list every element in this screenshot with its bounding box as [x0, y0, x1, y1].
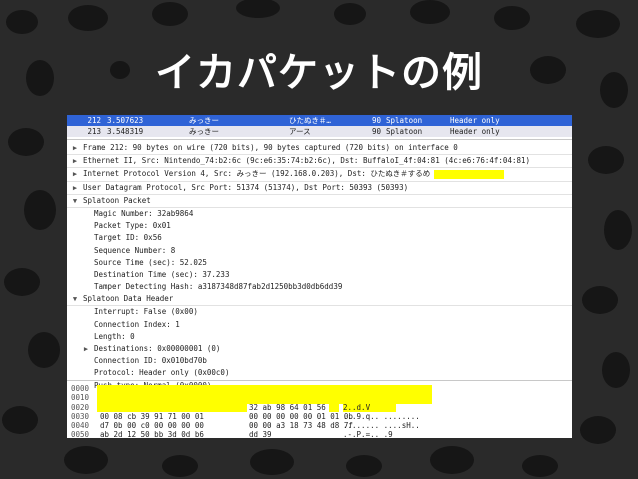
hex-row[interactable]: 0000 [67, 384, 572, 393]
tree-label: Splatoon Packet [83, 195, 151, 205]
packet-no-cell: 213 [87, 127, 101, 136]
hex-off: 0020 [71, 402, 90, 412]
hex-b1: d7 0b 00 c0 00 00 00 00 [100, 421, 204, 431]
packet-row[interactable]: 213 3.548319 みっきー アース 90 Splatoon Header only [67, 126, 572, 137]
hex-b1: 00 08 cb 39 91 71 00 01 [100, 411, 204, 421]
hex-asc: .-.P.=.. .9 [343, 430, 393, 438]
tree-label: Magic Number: 32ab9864 [94, 208, 194, 218]
hex-b2: dd 39 [249, 430, 272, 438]
hex-row[interactable]: 0010 [67, 393, 572, 402]
hex-off: 0030 [71, 411, 90, 421]
tree-node[interactable]: ▼ Splatoon Packet [67, 195, 572, 208]
tree-label: Splatoon Data Header [83, 294, 174, 304]
redaction-highlight [434, 169, 505, 179]
tree-field[interactable]: Packet Type: 0x01 [67, 220, 572, 232]
expand-down-icon[interactable]: ▼ [71, 195, 79, 207]
tree-label: Packet Type: 0x01 [94, 221, 171, 231]
hex-b1: ab 2d 12 50 bb 3d 0d b6 [100, 430, 204, 438]
packet-details-tree: ▶ Frame 212: 90 bytes on wire (720 bits),… [67, 140, 572, 390]
tree-node[interactable]: ▶ User Datagram Protocol, Src Port: 51374… [67, 182, 572, 195]
packet-no-cell: 212 [87, 116, 101, 125]
tree-field[interactable]: Source Time (sec): 52.025 [67, 257, 572, 269]
hex-row[interactable]: 0030 00 08 cb 39 91 71 00 01 00 00 00 00 0… [67, 412, 572, 421]
packet-len-cell: 90 [371, 127, 381, 136]
tree-field[interactable]: Interrupt: False (0x00) [67, 306, 572, 318]
page-title: イカパケットの例 [155, 50, 483, 96]
tree-node[interactable]: ▶ Ethernet II, Src: Nintendo_74:b2:6c (9c… [67, 155, 572, 169]
tree-field[interactable]: Sequence Number: 8 [67, 245, 572, 257]
tree-node[interactable]: ▶ Frame 212: 90 bytes on wire (720 bits),… [67, 142, 572, 156]
tree-field[interactable]: Tamper Detecting Hash: a3187348d87fab2d1… [67, 281, 572, 293]
tree-field[interactable]: Destination Time (sec): 37.233 [67, 269, 572, 281]
hex-row[interactable]: 0020 32 ab 98 64 01 56 2..d.V [67, 403, 572, 412]
packet-info-cell: Header only [450, 127, 500, 136]
hex-off: 0050 [71, 430, 90, 438]
packet-time-cell: 3.548319 [107, 127, 144, 136]
packet-bytes-pane: 0000 0010 0020 32 ab 98 64 01 56 2..d.V 0030 0… [67, 381, 572, 438]
hex-off: 0010 [71, 393, 90, 403]
tree-label: Frame 212: 90 bytes on wire (720 bits), … [83, 143, 458, 152]
tree-node[interactable]: ▶ Internet Protocol Version 4, Src: みっきー … [67, 168, 572, 182]
expand-right-icon[interactable]: ▶ [71, 182, 79, 194]
tree-field[interactable]: Connection Index: 1 [67, 319, 572, 331]
hex-off: 0000 [71, 384, 90, 393]
tree-label: Target ID: 0x56 [94, 233, 162, 243]
tree-label: User Datagram Protocol, Src Port: 51374 … [83, 182, 409, 192]
packet-src-cell: みっきー [189, 116, 219, 125]
tree-label: Ethernet II, Src: Nintendo_74:b2:6c (9c:… [83, 156, 531, 166]
wireshark-panel: 212 3.507623 みっきー ひたぬき＃… 90 Splatoon Header on… [67, 115, 572, 438]
packet-len-cell: 90 [371, 116, 381, 125]
tree-field[interactable]: ▶ Destinations: 0x00000001 (0) [67, 343, 572, 355]
tree-label: Sequence Number: 8 [94, 245, 176, 255]
tree-field[interactable]: Target ID: 0x56 [67, 232, 572, 244]
tree-label: Interrupt: False (0x00) [94, 307, 198, 317]
expand-right-icon[interactable]: ▶ [71, 168, 79, 180]
packet-list: 212 3.507623 みっきー ひたぬき＃… 90 Splatoon Header on… [67, 115, 572, 140]
tree-field[interactable]: Connection ID: 0x010bd70b [67, 355, 572, 367]
hex-b2: 32 ab 98 64 01 56 [249, 402, 326, 412]
tree-label: Tamper Detecting Hash: a3187348d87fab2d1… [94, 282, 343, 292]
hex-off: 0040 [71, 421, 90, 431]
hex-b2: 00 00 a3 18 73 48 d8 7f [249, 421, 353, 431]
tree-field[interactable]: Protocol: Header only (0x00c0) [67, 367, 572, 379]
hex-row[interactable]: 0040 d7 0b 00 c0 00 00 00 00 00 00 a3 18 7… [67, 421, 572, 430]
hex-asc: ...9.q.. ........ [343, 411, 420, 421]
tree-label: Destinations: 0x00000001 (0) [94, 344, 221, 353]
tree-label: Length: 0 [94, 331, 135, 341]
packet-proto-cell: Splatoon [386, 116, 423, 125]
tree-label: Source Time (sec): 52.025 [94, 257, 207, 267]
expand-right-icon[interactable]: ▶ [82, 343, 90, 355]
packet-dst-cell: ひたぬき＃… [289, 116, 331, 125]
tree-field[interactable]: Length: 0 [67, 331, 572, 343]
expand-right-icon[interactable]: ▶ [71, 155, 79, 167]
tree-field[interactable]: Magic Number: 32ab9864 [67, 208, 572, 220]
packet-time-cell: 3.507623 [107, 116, 144, 125]
expand-down-icon[interactable]: ▼ [71, 293, 79, 305]
packet-info-cell: Header only [450, 116, 500, 125]
packet-row[interactable]: 212 3.507623 みっきー ひたぬき＃… 90 Splatoon Header on… [67, 115, 572, 126]
packet-proto-cell: Splatoon [386, 127, 423, 136]
tree-node[interactable]: ▼ Splatoon Data Header [67, 293, 572, 307]
packet-dst-cell: アース [289, 127, 311, 136]
tree-label: Protocol: Header only (0x00c0) [94, 368, 230, 378]
tree-label: Connection Index: 1 [94, 319, 180, 329]
hex-row[interactable]: 0050 ab 2d 12 50 bb 3d 0d b6 dd 39 .-.P.=..… [67, 430, 572, 438]
expand-right-icon[interactable]: ▶ [71, 142, 79, 154]
packet-src-cell: みっきー [189, 127, 219, 136]
tree-label: Internet Protocol Version 4, Src: みっきー (… [83, 169, 431, 179]
tree-label: Connection ID: 0x010bd70b [94, 356, 207, 366]
hex-asc: ........ ....sH.. [343, 421, 420, 431]
hex-asc: 2..d.V [343, 402, 371, 412]
tree-label: Destination Time (sec): 37.233 [94, 269, 230, 279]
hex-b2: 00 00 00 00 00 01 01 0b [249, 411, 353, 421]
